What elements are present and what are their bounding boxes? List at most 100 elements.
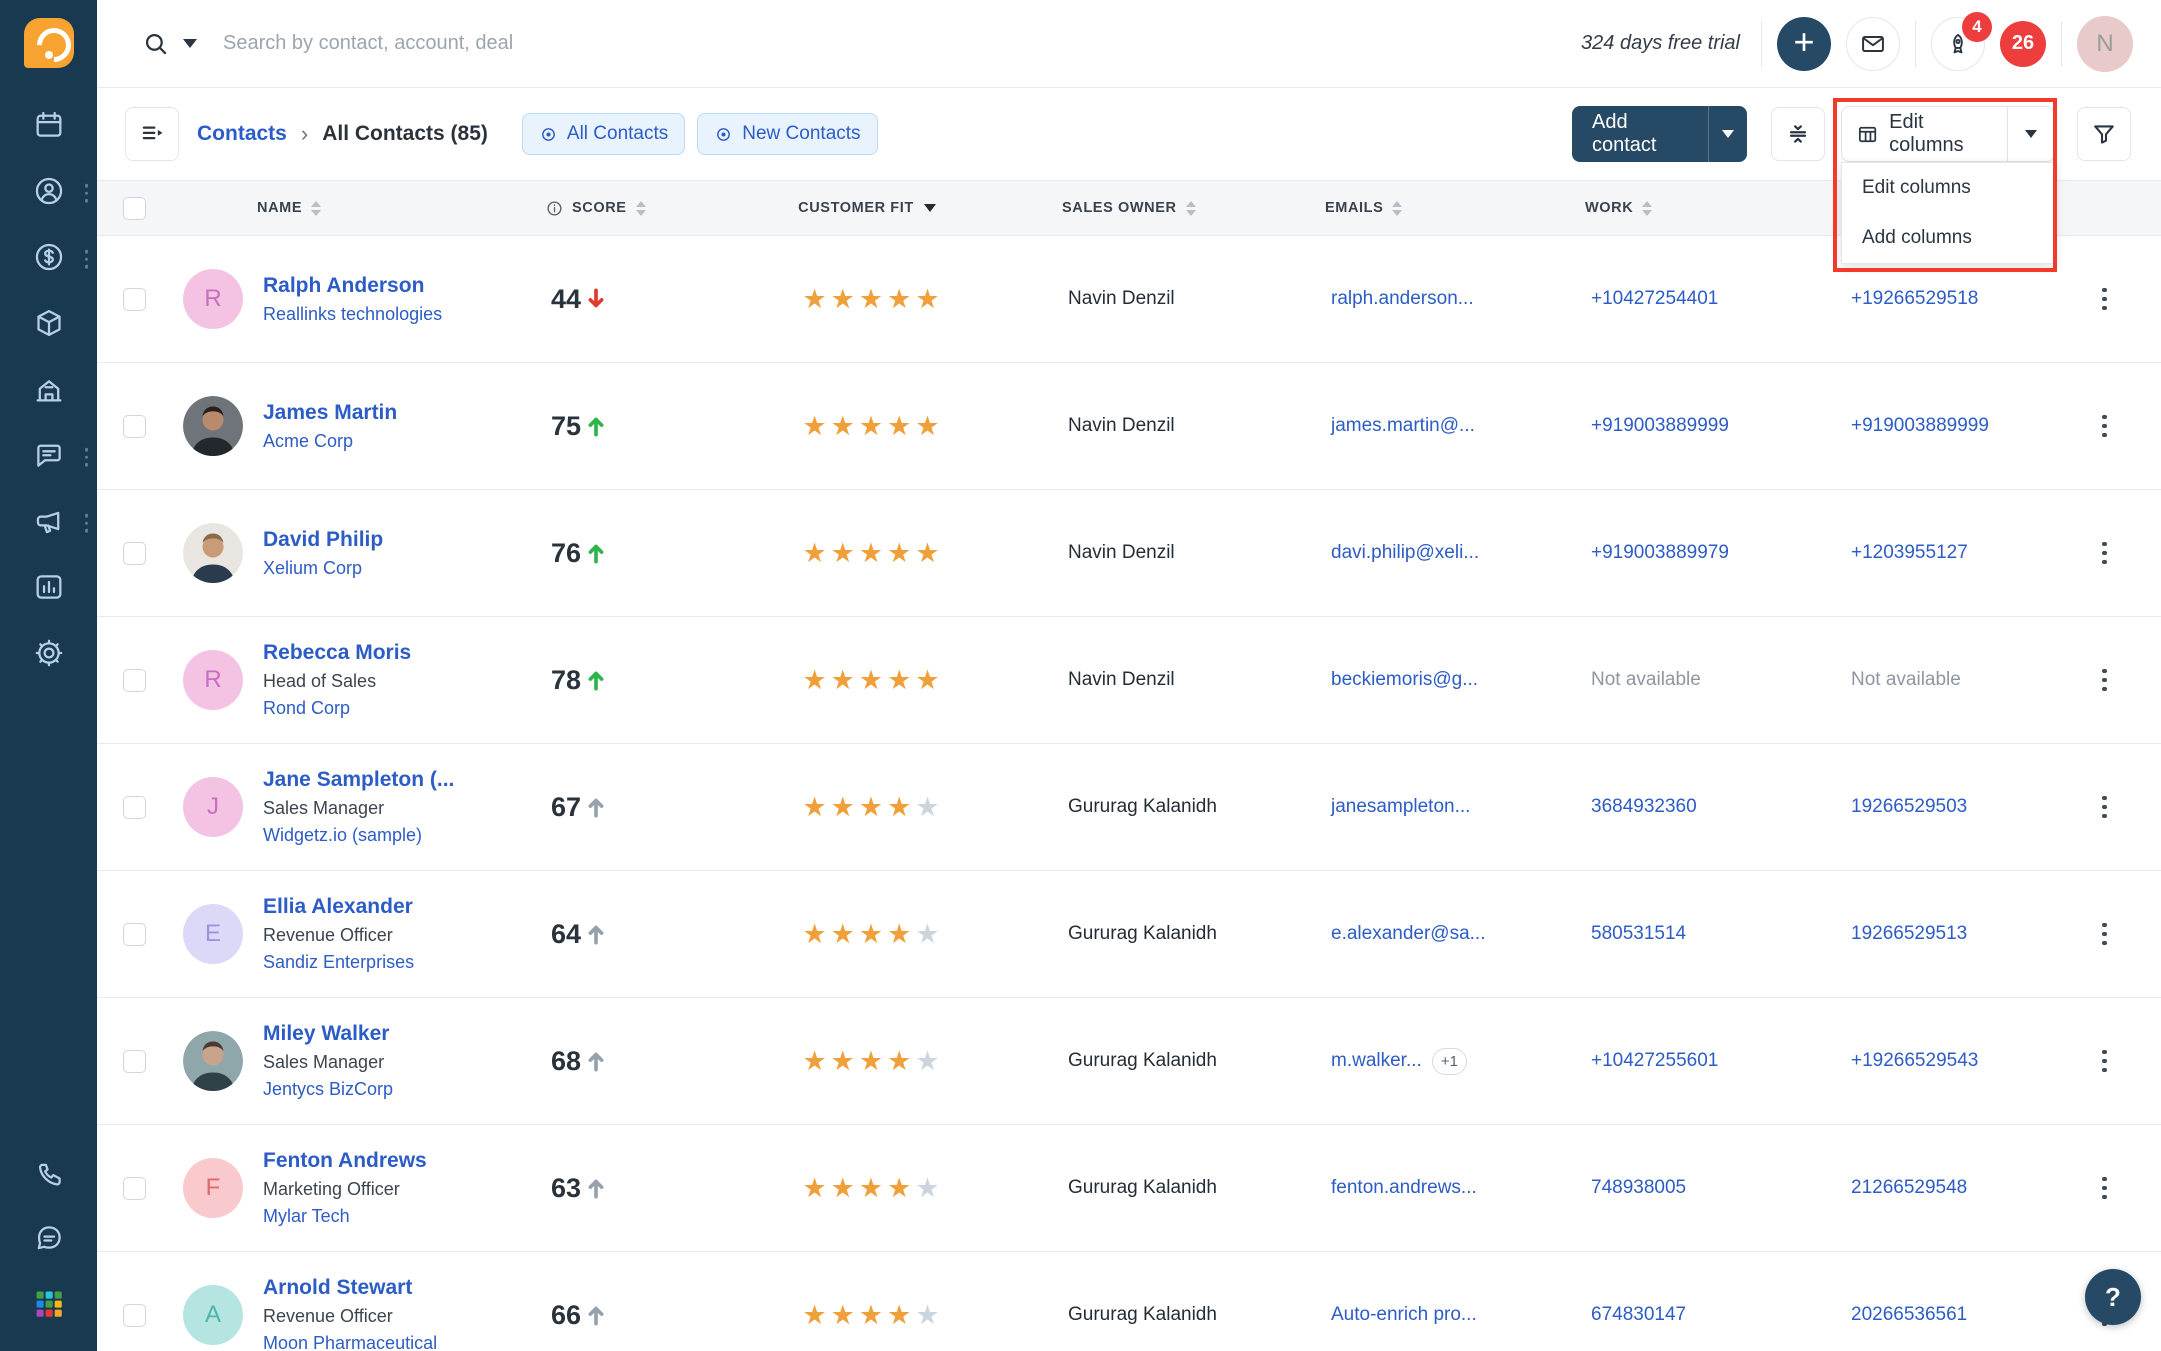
contact-company-link[interactable]: Xelium Corp [263,558,533,579]
contact-avatar[interactable] [183,1031,243,1091]
view-chip-all-contacts[interactable]: All Contacts [521,113,686,155]
contact-company-link[interactable]: Mylar Tech [263,1206,533,1227]
edit-columns-button[interactable]: Edit columns [1841,106,2008,162]
work-phone-link[interactable]: 3684932360 [1591,796,1697,818]
sidebar-item-phone[interactable] [0,1141,97,1207]
contact-email-link[interactable]: davi.philip@xeli... [1331,542,1479,564]
user-avatar[interactable]: N [2077,15,2133,72]
row-kebab-menu[interactable] [2094,661,2115,700]
contact-company-link[interactable]: Reallinks technologies [263,304,533,325]
row-kebab-menu[interactable] [2094,915,2115,954]
work-phone-link[interactable]: 580531514 [1591,923,1686,945]
contact-email-link[interactable]: ralph.anderson... [1331,288,1474,310]
sidebar-item-settings[interactable] [0,622,97,688]
row-checkbox[interactable] [123,668,146,692]
menu-item-edit-columns[interactable]: Edit columns [1842,163,2054,213]
contact-company-link[interactable]: Jentycs BizCorp [263,1079,533,1100]
contact-name-link[interactable]: Ellia Alexander [263,895,533,919]
header-cell-customer-fit[interactable]: CUSTOMER FIT [742,181,992,235]
filter-button[interactable] [2077,107,2131,161]
contact-company-link[interactable]: Sandiz Enterprises [263,952,533,973]
row-checkbox[interactable] [123,1049,146,1073]
contact-name-link[interactable]: Jane Sampleton (... [263,768,533,792]
contact-company-link[interactable]: Rond Corp [263,698,533,719]
row-checkbox[interactable] [123,1176,146,1200]
mobile-phone-link[interactable]: +19266529543 [1851,1050,1978,1072]
sidebar-item-calendar[interactable] [0,94,97,160]
sidebar-item-products[interactable] [0,292,97,358]
row-checkbox[interactable] [123,541,146,565]
header-cell-sales-owner[interactable]: SALES OWNER [992,181,1254,235]
mobile-phone-link[interactable]: 19266529513 [1851,923,1967,945]
contact-avatar[interactable]: J [183,777,243,837]
contact-email-link[interactable]: janesampleton... [1331,796,1470,818]
row-kebab-menu[interactable] [2094,407,2115,446]
header-cell-name[interactable]: NAME [157,181,527,235]
sidebar-item-conversations[interactable] [0,424,97,490]
sidebar-item-campaigns[interactable] [0,490,97,556]
breadcrumb-contacts-link[interactable]: Contacts [197,122,287,146]
mobile-phone-link[interactable]: 20266536561 [1851,1304,1967,1326]
contact-avatar[interactable] [183,396,243,456]
row-kebab-menu[interactable] [2094,280,2115,319]
contact-avatar[interactable]: F [183,1158,243,1218]
contact-name-link[interactable]: David Philip [263,528,533,552]
sidebar-item-accounts[interactable] [0,358,97,424]
row-checkbox[interactable] [123,287,146,311]
work-phone-link[interactable]: +919003889979 [1591,542,1729,564]
contact-avatar[interactable] [183,523,243,583]
kebab-menu-icon[interactable] [84,183,88,203]
sidebar-item-analytics[interactable] [0,556,97,622]
freshworks-logo-icon[interactable] [24,18,74,68]
contact-name-link[interactable]: James Martin [263,401,533,425]
search-input[interactable] [223,32,823,55]
contact-avatar[interactable]: R [183,269,243,329]
contact-email-link[interactable]: beckiemoris@g... [1331,669,1478,691]
work-phone-link[interactable]: +919003889999 [1591,415,1729,437]
contact-email-link[interactable]: Auto-enrich pro... [1331,1304,1477,1326]
sidebar-item-contacts[interactable] [0,160,97,226]
mobile-phone-link[interactable]: 19266529503 [1851,796,1967,818]
quick-add-button[interactable]: + [1777,16,1831,71]
view-switcher-button[interactable] [125,107,179,161]
contact-name-link[interactable]: Miley Walker [263,1022,533,1046]
work-phone-link[interactable]: 674830147 [1591,1304,1686,1326]
select-all-checkbox[interactable] [123,196,146,220]
contact-email-link[interactable]: e.alexander@sa... [1331,923,1486,945]
email-button[interactable] [1846,16,1900,71]
contact-name-link[interactable]: Rebecca Moris [263,641,533,665]
header-cell-work[interactable]: WORK [1516,181,1776,235]
contact-name-link[interactable]: Fenton Andrews [263,1149,533,1173]
row-checkbox[interactable] [123,1303,146,1327]
contact-avatar[interactable]: R [183,650,243,710]
row-checkbox[interactable] [123,922,146,946]
contact-company-link[interactable]: Moon Pharmaceutical [263,1333,533,1351]
more-emails-badge[interactable]: +1 [1431,1047,1467,1075]
search-scope-caret-icon[interactable] [183,39,197,48]
row-checkbox[interactable] [123,414,146,438]
contact-company-link[interactable]: Acme Corp [263,431,533,452]
row-density-button[interactable] [1771,107,1825,161]
header-cell-score[interactable]: SCORE [527,181,742,235]
kebab-menu-icon[interactable] [84,249,88,269]
sidebar-item-deals[interactable] [0,226,97,292]
row-kebab-menu[interactable] [2094,1169,2115,1208]
contact-name-link[interactable]: Ralph Anderson [263,274,533,298]
add-contact-button[interactable]: Add contact [1572,106,1747,162]
row-kebab-menu[interactable] [2094,534,2115,573]
contact-avatar[interactable]: A [183,1285,243,1345]
work-phone-link[interactable]: +10427255601 [1591,1050,1718,1072]
mobile-phone-link[interactable]: 21266529548 [1851,1177,1967,1199]
contact-company-link[interactable]: Widgetz.io (sample) [263,825,533,846]
contact-avatar[interactable]: E [183,904,243,964]
menu-item-add-columns[interactable]: Add columns [1842,213,2054,263]
sidebar-item-apps-grid[interactable] [0,1273,97,1339]
header-cell-emails[interactable]: EMAILS [1254,181,1516,235]
sidebar-item-support-chat[interactable] [0,1207,97,1273]
mobile-phone-link[interactable]: +1203955127 [1851,542,1968,564]
whats-new-button[interactable]: 4 [1931,11,1992,71]
contact-email-link[interactable]: fenton.andrews... [1331,1177,1477,1199]
notification-count-badge[interactable]: 26 [2000,20,2046,67]
contact-name-link[interactable]: Arnold Stewart [263,1276,533,1300]
row-kebab-menu[interactable] [2094,788,2115,827]
